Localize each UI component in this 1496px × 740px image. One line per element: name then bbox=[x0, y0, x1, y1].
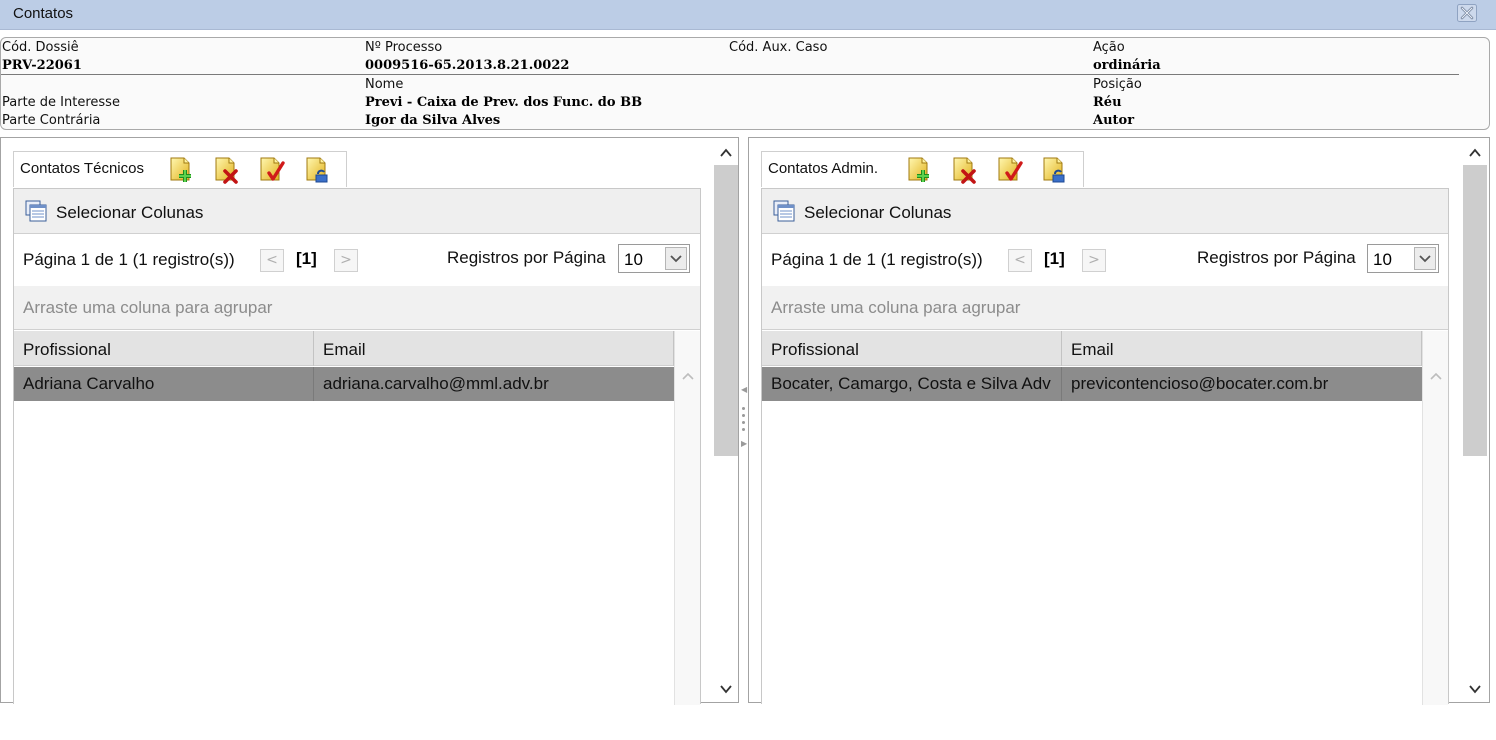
delete-contact-icon[interactable] bbox=[949, 155, 979, 185]
parte-contraria-nome: Igor da Silva Alves bbox=[365, 113, 501, 128]
scroll-up-icon[interactable] bbox=[681, 371, 695, 381]
add-contact-icon[interactable] bbox=[166, 155, 196, 185]
contatos-admin-header: Contatos Admin. bbox=[761, 151, 1084, 187]
nome-label: Nome bbox=[365, 77, 404, 92]
select-columns-button[interactable]: Selecionar Colunas bbox=[762, 189, 1448, 234]
scroll-up-icon[interactable] bbox=[1429, 371, 1443, 381]
per-page-select[interactable]: 10 bbox=[618, 244, 690, 273]
pager: Página 1 de 1 (1 registro(s)) < [1] > Re… bbox=[762, 235, 1448, 286]
parte-contraria-label: Parte Contrária bbox=[2, 113, 101, 128]
contatos-admin-panel: Contatos Admin. Selecionar Colunas Págin… bbox=[748, 137, 1490, 705]
per-page-label: Registros por Página bbox=[1197, 248, 1356, 267]
parte-contraria-posicao: Autor bbox=[1093, 113, 1135, 128]
cod-dossie-value: PRV-22061 bbox=[2, 58, 82, 73]
current-page-link[interactable]: [1] bbox=[1044, 249, 1065, 269]
window-title: Contatos bbox=[13, 5, 74, 22]
column-header-profissional[interactable]: Profissional bbox=[762, 331, 1062, 366]
parte-interesse-label: Parte de Interesse bbox=[2, 95, 120, 110]
column-header-profissional[interactable]: Profissional bbox=[14, 331, 314, 366]
edit-contact-icon[interactable] bbox=[256, 155, 286, 185]
info-divider bbox=[1, 74, 1459, 75]
scroll-up-icon[interactable] bbox=[1467, 146, 1483, 160]
cod-dossie-label: Cód. Dossiê bbox=[2, 40, 79, 55]
contatos-tecnicos-title: Contatos Técnicos bbox=[20, 160, 144, 177]
group-hint: Arraste uma coluna para agrupar bbox=[771, 298, 1021, 317]
table-row[interactable]: Adriana Carvalho adriana.carvalho@mml.ad… bbox=[14, 367, 674, 401]
per-page-value: 10 bbox=[1373, 250, 1392, 269]
parte-interesse-nome: Previ - Caixa de Prev. dos Func. do BB bbox=[365, 95, 643, 110]
next-page-button[interactable]: > bbox=[334, 249, 358, 272]
group-by-area[interactable]: Arraste uma coluna para agrupar bbox=[14, 286, 700, 330]
columns-icon bbox=[25, 200, 47, 222]
contatos-admin-grid: Selecionar Colunas Página 1 de 1 (1 regi… bbox=[761, 188, 1449, 705]
export-contact-icon[interactable] bbox=[302, 155, 332, 185]
contatos-tecnicos-panel: Contatos Técnicos Selecionar Colunas Pág… bbox=[0, 137, 739, 705]
group-hint: Arraste uma coluna para agrupar bbox=[23, 298, 273, 317]
next-page-button[interactable]: > bbox=[1082, 249, 1106, 272]
posicao-label: Posição bbox=[1093, 77, 1142, 92]
scroll-up-icon[interactable] bbox=[718, 146, 734, 160]
grid-scrollbar[interactable] bbox=[1422, 331, 1448, 705]
acao-label: Ação bbox=[1093, 40, 1125, 55]
current-page-link[interactable]: [1] bbox=[296, 249, 317, 269]
per-page-label: Registros por Página bbox=[447, 248, 606, 267]
case-info-box: Cód. Dossiê PRV-22061 Nº Processo 000951… bbox=[0, 37, 1490, 130]
window-titlebar: Contatos bbox=[0, 0, 1496, 30]
select-columns-label: Selecionar Colunas bbox=[804, 203, 952, 222]
add-contact-icon[interactable] bbox=[904, 155, 934, 185]
acao-value: ordinária bbox=[1093, 58, 1161, 73]
prev-page-button[interactable]: < bbox=[1008, 249, 1032, 272]
chevron-down-icon[interactable] bbox=[665, 247, 687, 270]
column-header-email[interactable]: Email bbox=[1062, 331, 1422, 366]
contatos-tecnicos-grid: Selecionar Colunas Página 1 de 1 (1 regi… bbox=[13, 188, 701, 705]
scroll-thumb[interactable] bbox=[1463, 165, 1487, 456]
processo-value: 0009516-65.2013.8.21.0022 bbox=[365, 58, 570, 73]
cell-email: adriana.carvalho@mml.adv.br bbox=[323, 374, 549, 393]
edit-contact-icon[interactable] bbox=[994, 155, 1024, 185]
group-by-area[interactable]: Arraste uma coluna para agrupar bbox=[762, 286, 1448, 330]
processo-label: Nº Processo bbox=[365, 40, 443, 55]
column-header-email[interactable]: Email bbox=[314, 331, 674, 366]
parte-interesse-posicao: Réu bbox=[1093, 95, 1122, 110]
columns-icon bbox=[773, 200, 795, 222]
export-contact-icon[interactable] bbox=[1039, 155, 1069, 185]
cell-profissional: Adriana Carvalho bbox=[14, 367, 314, 401]
scroll-down-icon[interactable] bbox=[1467, 682, 1483, 696]
pager: Página 1 de 1 (1 registro(s)) < [1] > Re… bbox=[14, 235, 700, 286]
per-page-select[interactable]: 10 bbox=[1367, 244, 1439, 273]
page-info: Página 1 de 1 (1 registro(s)) bbox=[23, 250, 235, 269]
scroll-thumb[interactable] bbox=[714, 165, 738, 456]
collapse-right-icon[interactable]: ▶ bbox=[741, 439, 747, 448]
scroll-down-icon[interactable] bbox=[718, 682, 734, 696]
page-info: Página 1 de 1 (1 registro(s)) bbox=[771, 250, 983, 269]
panel-splitter[interactable]: ◀ ▶ bbox=[738, 385, 748, 455]
cod-aux-label: Cód. Aux. Caso bbox=[729, 40, 828, 55]
table-row[interactable]: Bocater, Camargo, Costa e Silva Adv prev… bbox=[762, 367, 1422, 401]
contatos-admin-title: Contatos Admin. bbox=[768, 160, 879, 177]
cell-email: previcontencioso@bocater.com.br bbox=[1071, 374, 1329, 393]
grid-scrollbar[interactable] bbox=[674, 331, 700, 705]
column-header-row: Profissional Email bbox=[14, 331, 674, 366]
cell-profissional: Bocater, Camargo, Costa e Silva Adv bbox=[762, 367, 1062, 401]
collapse-left-icon[interactable]: ◀ bbox=[741, 385, 747, 394]
close-icon[interactable] bbox=[1457, 4, 1477, 22]
panel-scrollbar[interactable] bbox=[714, 138, 738, 702]
select-columns-button[interactable]: Selecionar Colunas bbox=[14, 189, 700, 234]
select-columns-label: Selecionar Colunas bbox=[56, 203, 204, 222]
contatos-tecnicos-header: Contatos Técnicos bbox=[13, 151, 347, 187]
prev-page-button[interactable]: < bbox=[260, 249, 284, 272]
panel-scrollbar[interactable] bbox=[1463, 138, 1487, 702]
column-header-row: Profissional Email bbox=[762, 331, 1422, 366]
delete-contact-icon[interactable] bbox=[211, 155, 241, 185]
chevron-down-icon[interactable] bbox=[1414, 247, 1436, 270]
per-page-value: 10 bbox=[624, 250, 643, 269]
